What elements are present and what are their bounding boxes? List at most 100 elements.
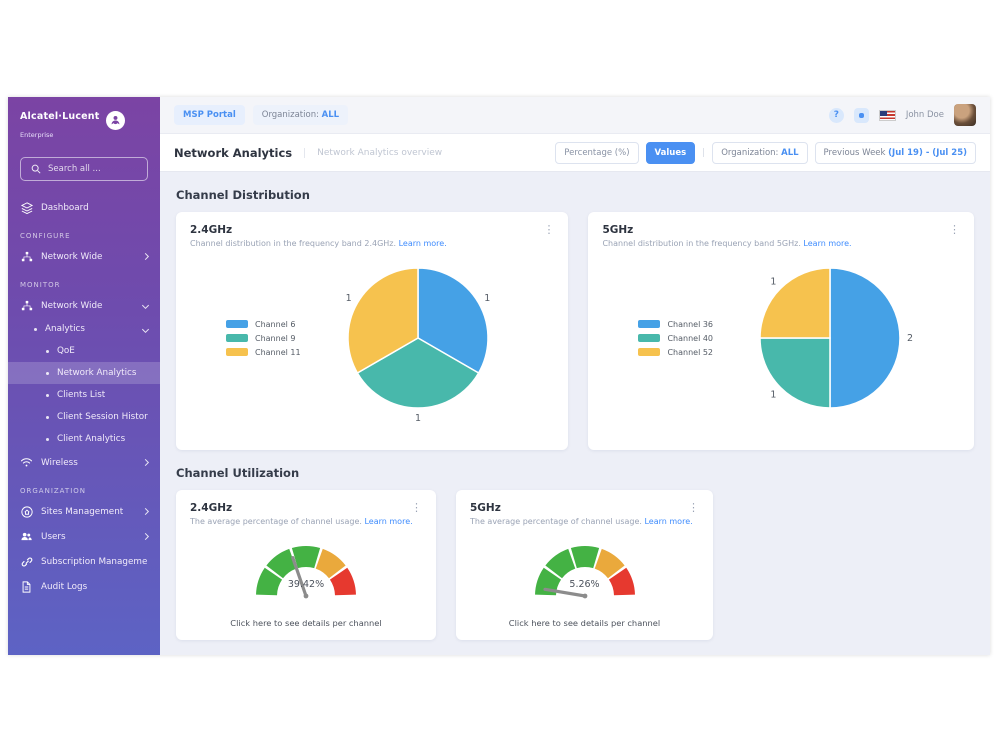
legend-item[interactable]: Channel 40 bbox=[638, 334, 742, 343]
sidebar-item-qoe[interactable]: QoE bbox=[8, 340, 160, 362]
sidebar-item-network-wide-configure[interactable]: Network Wide bbox=[8, 244, 160, 269]
pie-slice[interactable] bbox=[830, 268, 900, 408]
organization-label: Organization: bbox=[262, 110, 319, 120]
chevron-right-icon bbox=[142, 253, 149, 260]
sidebar-item-label: Dashboard bbox=[41, 203, 148, 213]
sidebar-item-label: Sites Management bbox=[41, 507, 135, 517]
sidebar-item-users[interactable]: Users bbox=[8, 524, 160, 549]
details-per-channel-link[interactable]: Click here to see details per channel bbox=[470, 618, 699, 628]
gauge-needle-hub bbox=[304, 594, 309, 599]
legend-swatch bbox=[638, 320, 660, 328]
gauge-chart-5ghz[interactable]: 5.26% bbox=[520, 532, 650, 604]
link-icon bbox=[20, 555, 33, 568]
chevron-down-icon bbox=[142, 302, 149, 309]
period-label: Previous Week bbox=[824, 148, 886, 158]
theme-toggle-icon[interactable] bbox=[854, 108, 869, 123]
slice-value-label: 1 bbox=[415, 413, 421, 424]
legend-swatch bbox=[638, 348, 660, 356]
kebab-menu-icon[interactable]: ⋮ bbox=[407, 500, 426, 515]
bullet-icon bbox=[46, 416, 49, 419]
learn-more-link[interactable]: Learn more. bbox=[399, 239, 447, 248]
sidebar-item-label: Network Wide bbox=[41, 301, 135, 311]
sidebar-item-subscription-management[interactable]: Subscription Management bbox=[8, 549, 160, 574]
sidebar-search[interactable] bbox=[20, 157, 148, 181]
card-channel-distribution-24ghz: 2.4GHz Channel distribution in the frequ… bbox=[176, 212, 568, 450]
page-title: Network Analytics bbox=[174, 146, 304, 160]
period-value: (Jul 19) - (Jul 25) bbox=[888, 148, 967, 158]
divider: | bbox=[702, 148, 705, 158]
gauge-segment bbox=[570, 546, 598, 568]
learn-more-link[interactable]: Learn more. bbox=[803, 239, 851, 248]
brand-mark-icon bbox=[106, 111, 125, 130]
kebab-menu-icon[interactable]: ⋮ bbox=[945, 222, 964, 237]
sidebar-item-label: Clients List bbox=[57, 390, 148, 400]
legend-item[interactable]: Channel 6 bbox=[226, 320, 330, 329]
bullet-icon bbox=[34, 328, 37, 331]
legend-item[interactable]: Channel 11 bbox=[226, 348, 330, 357]
sidebar-section-monitor: MONITOR bbox=[8, 269, 160, 293]
sidebar-item-audit-logs[interactable]: Audit Logs bbox=[8, 574, 160, 599]
page-header: Network Analytics Network Analytics over… bbox=[160, 134, 990, 172]
legend-item[interactable]: Channel 52 bbox=[638, 348, 742, 357]
kebab-menu-icon[interactable]: ⋮ bbox=[684, 500, 703, 515]
pie-chart-5ghz[interactable]: 211 bbox=[742, 250, 918, 426]
details-per-channel-link[interactable]: Click here to see details per channel bbox=[190, 618, 422, 628]
bullet-icon bbox=[46, 438, 49, 441]
sidebar-item-sites-management[interactable]: Sites Management bbox=[8, 499, 160, 524]
chart-legend: Channel 36 Channel 40 Channel 52 bbox=[638, 315, 742, 362]
help-icon[interactable]: ? bbox=[829, 108, 844, 123]
legend-label: Channel 52 bbox=[667, 348, 713, 357]
legend-swatch bbox=[226, 348, 248, 356]
gauge-chart-24ghz[interactable]: 39.42% bbox=[241, 532, 371, 604]
date-range-selector[interactable]: Previous Week (Jul 19) - (Jul 25) bbox=[815, 142, 976, 164]
sidebar-item-label: QoE bbox=[57, 346, 148, 356]
legend-item[interactable]: Channel 36 bbox=[638, 320, 742, 329]
gauge-value: 5.26% bbox=[520, 579, 650, 590]
legend-item[interactable]: Channel 9 bbox=[226, 334, 330, 343]
learn-more-link[interactable]: Learn more. bbox=[644, 517, 692, 526]
sidebar-item-wireless[interactable]: Wireless bbox=[8, 450, 160, 475]
sidebar: Alcatel·Lucent Enterprise Dashboard CONF… bbox=[8, 97, 160, 655]
organization-label: Organization: bbox=[721, 148, 778, 158]
section-title-channel-distribution: Channel Distribution bbox=[176, 188, 974, 202]
values-toggle-button[interactable]: Values bbox=[646, 142, 696, 164]
organization-filter[interactable]: Organization: ALL bbox=[712, 142, 807, 164]
language-flag-icon[interactable] bbox=[879, 110, 896, 121]
sidebar-item-client-analytics[interactable]: Client Analytics bbox=[8, 428, 160, 450]
topbar-organization-selector[interactable]: Organization: ALL bbox=[253, 105, 348, 125]
sidebar-item-label: Users bbox=[41, 532, 135, 542]
card-channel-distribution-5ghz: 5GHz Channel distribution in the frequen… bbox=[588, 212, 974, 450]
bullet-icon bbox=[46, 350, 49, 353]
msp-portal-button[interactable]: MSP Portal bbox=[174, 105, 245, 125]
legend-swatch bbox=[638, 334, 660, 342]
sidebar-item-client-session-history[interactable]: Client Session History bbox=[8, 406, 160, 428]
avatar[interactable] bbox=[954, 104, 976, 126]
pie-chart-24ghz[interactable]: 111 bbox=[330, 250, 506, 426]
card-subtitle: Channel distribution in the frequency ba… bbox=[602, 239, 800, 248]
chevron-right-icon bbox=[142, 533, 149, 540]
slice-value-label: 1 bbox=[771, 276, 777, 287]
chevron-right-icon bbox=[142, 459, 149, 466]
kebab-menu-icon[interactable]: ⋮ bbox=[539, 222, 558, 237]
legend-swatch bbox=[226, 320, 248, 328]
sidebar-item-dashboard[interactable]: Dashboard bbox=[8, 195, 160, 220]
legend-label: Channel 36 bbox=[667, 320, 713, 329]
slice-value-label: 1 bbox=[484, 293, 490, 304]
brand-subtitle: Enterprise bbox=[20, 131, 53, 139]
card-channel-utilization-5ghz: 5GHz The average percentage of channel u… bbox=[456, 490, 713, 640]
card-subtitle: The average percentage of channel usage. bbox=[190, 517, 362, 526]
sidebar-item-label: Client Analytics bbox=[57, 434, 148, 444]
network-icon bbox=[20, 299, 33, 312]
percentage-toggle-button[interactable]: Percentage (%) bbox=[555, 142, 638, 164]
sidebar-item-network-analytics[interactable]: Network Analytics bbox=[8, 362, 160, 384]
sidebar-item-label: Subscription Management bbox=[41, 557, 148, 567]
dashboard-icon bbox=[20, 201, 33, 214]
sidebar-item-network-wide-monitor[interactable]: Network Wide bbox=[8, 293, 160, 318]
legend-label: Channel 9 bbox=[255, 334, 295, 343]
sidebar-item-analytics[interactable]: Analytics bbox=[8, 318, 160, 340]
learn-more-link[interactable]: Learn more. bbox=[364, 517, 412, 526]
search-input[interactable] bbox=[48, 164, 139, 174]
sidebar-item-clients-list[interactable]: Clients List bbox=[8, 384, 160, 406]
app-window: Alcatel·Lucent Enterprise Dashboard CONF… bbox=[8, 97, 990, 655]
chevron-down-icon bbox=[142, 325, 149, 332]
